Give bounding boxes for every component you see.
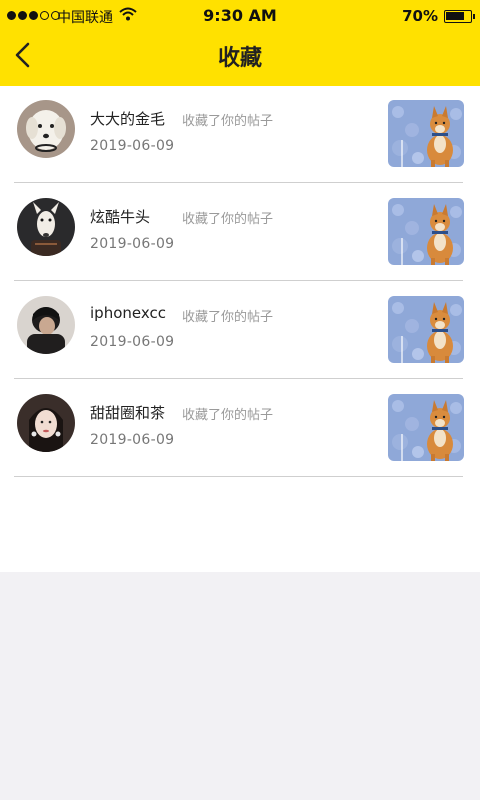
avatar[interactable] [17,296,75,354]
battery-percentage: 70% [402,7,438,25]
battery-icon [444,10,475,23]
divider [14,476,463,477]
back-button[interactable] [8,38,38,72]
favorites-list: 大大的金毛 收藏了你的帖子 2019-06-09 炫酷牛头 收藏了你的帖子 20… [0,86,480,572]
date-text: 2019-06-09 [90,334,175,350]
post-thumbnail[interactable] [388,296,464,363]
action-text: 收藏了你的帖子 [182,310,274,325]
top-bar: 中国联通 9:30 AM 70% 收藏 [0,0,480,86]
page-title: 收藏 [217,46,262,71]
date-text: 2019-06-09 [90,236,175,252]
date-text: 2019-06-09 [90,138,175,154]
divider [14,378,463,379]
post-thumbnail[interactable] [388,394,464,461]
post-thumbnail[interactable] [388,100,464,167]
user-name: 甜甜圈和茶 [90,404,166,422]
avatar[interactable] [17,394,75,452]
chevron-left-icon [15,42,30,68]
action-text: 收藏了你的帖子 [182,212,274,227]
list-item[interactable]: iphonexcc 收藏了你的帖子 2019-06-09 [0,282,480,380]
user-name: iphonexcc [90,304,166,322]
action-text: 收藏了你的帖子 [182,408,274,423]
user-name: 炫酷牛头 [90,208,151,226]
post-thumbnail[interactable] [388,198,464,265]
status-bar: 中国联通 9:30 AM 70% [0,0,480,32]
avatar[interactable] [17,198,75,256]
divider [14,182,463,183]
avatar[interactable] [17,100,75,158]
list-item[interactable]: 炫酷牛头 收藏了你的帖子 2019-06-09 [0,184,480,282]
list-item[interactable]: 大大的金毛 收藏了你的帖子 2019-06-09 [0,86,480,184]
user-name: 大大的金毛 [90,110,166,128]
date-text: 2019-06-09 [90,432,175,448]
list-item[interactable]: 甜甜圈和茶 收藏了你的帖子 2019-06-09 [0,380,480,478]
action-text: 收藏了你的帖子 [182,114,274,129]
divider [14,280,463,281]
